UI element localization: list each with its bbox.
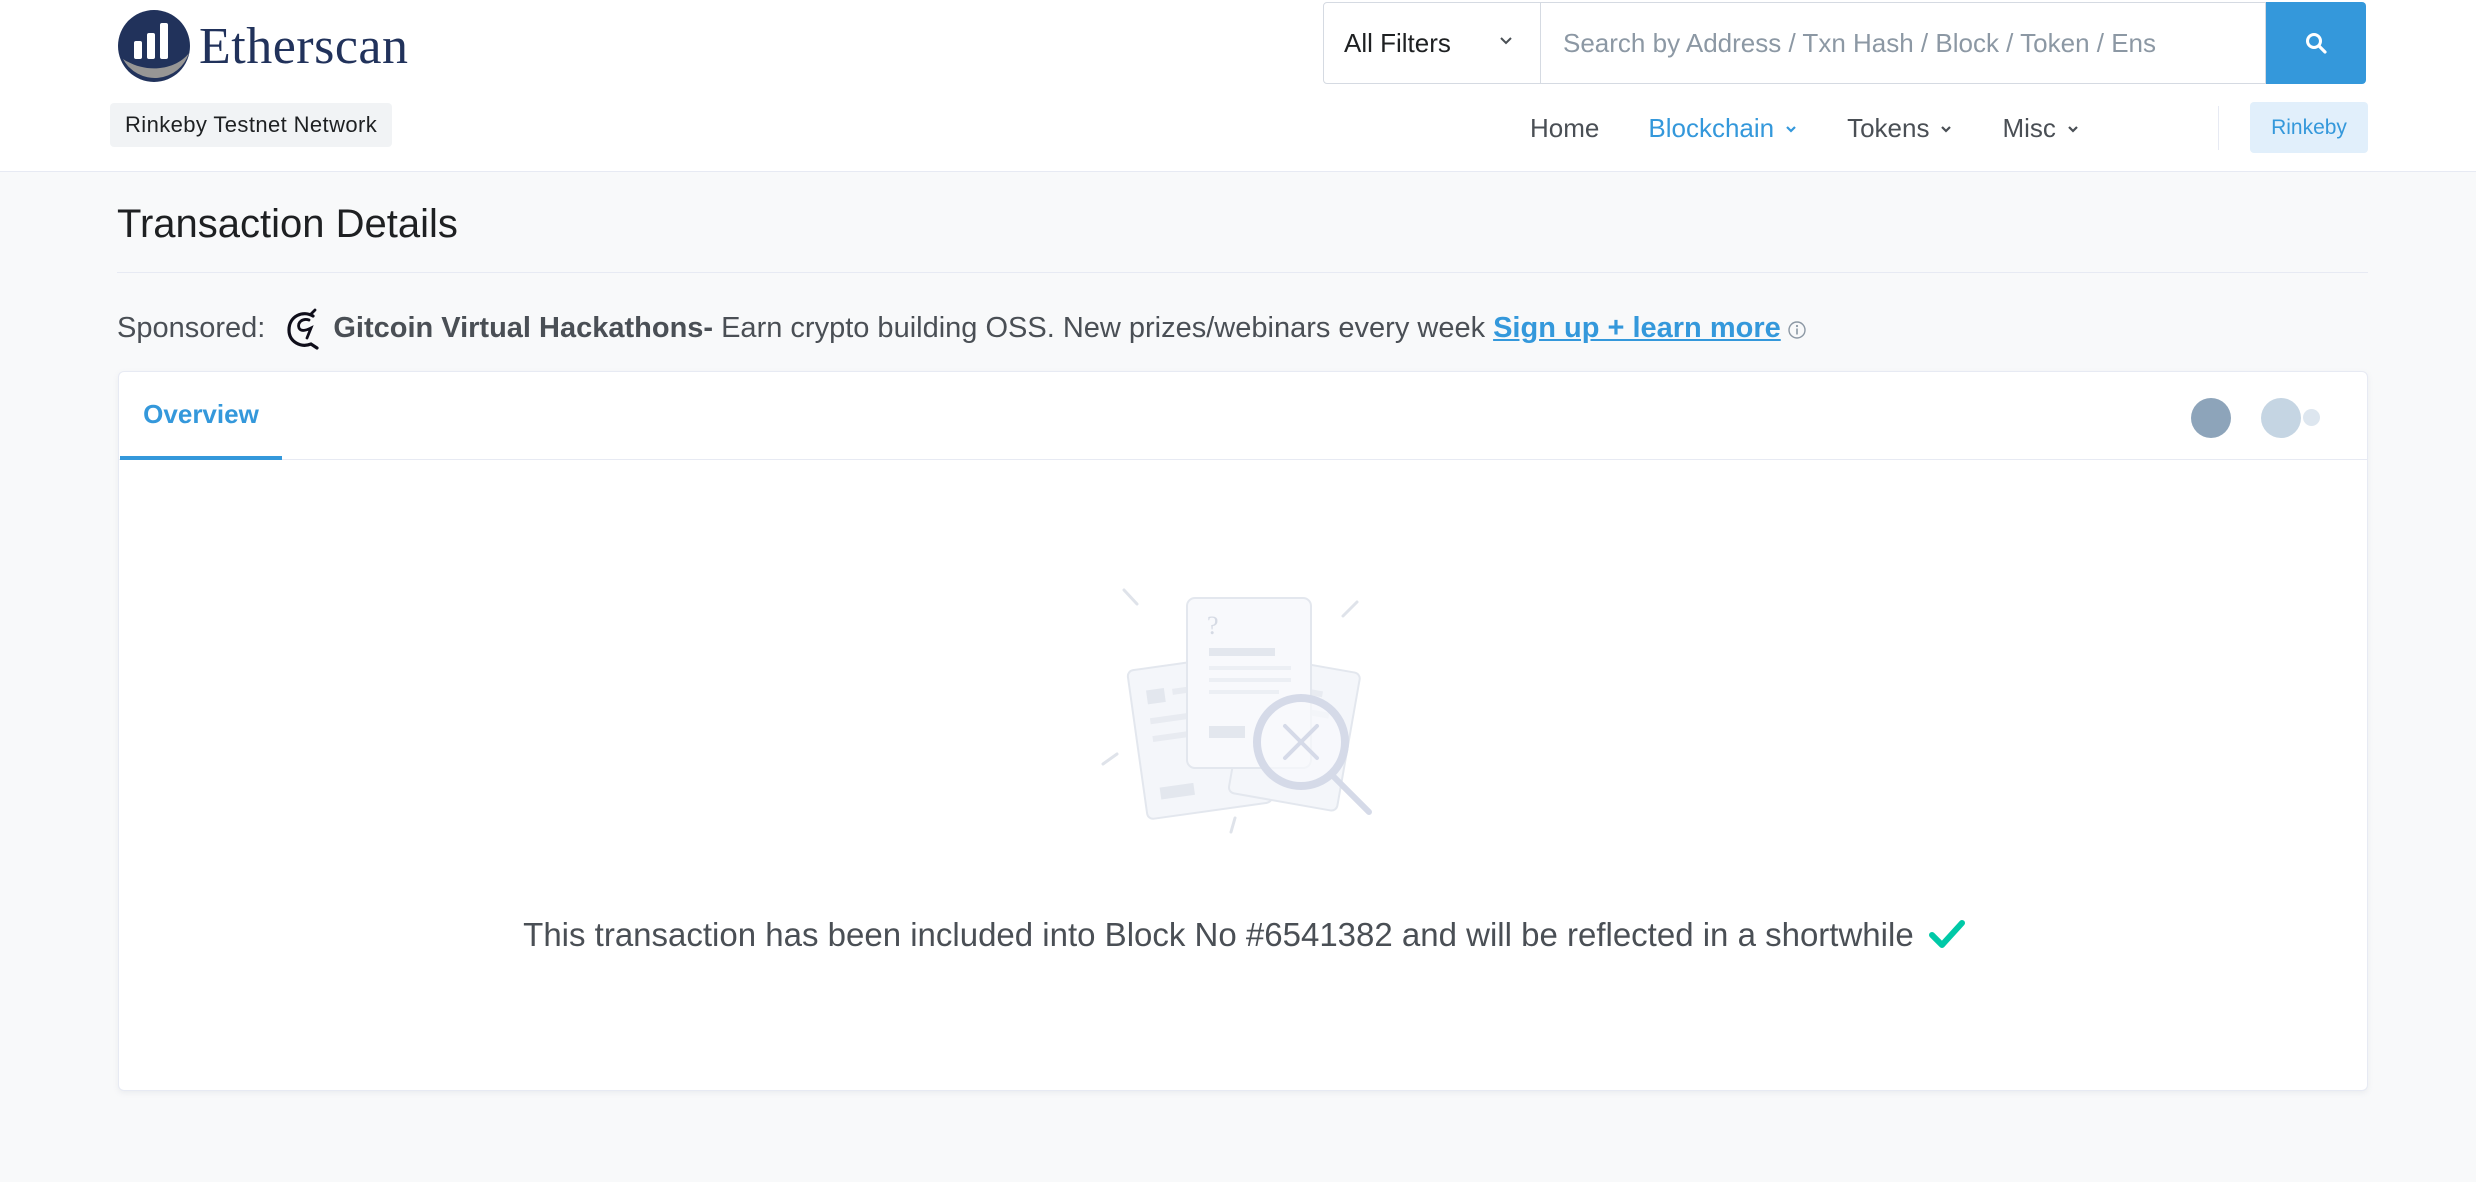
loading-dot	[2261, 398, 2301, 438]
network-switch-button[interactable]: Rinkeby	[2250, 102, 2368, 153]
search-icon	[2306, 33, 2327, 54]
loading-dot	[2303, 409, 2320, 426]
svg-text:?: ?	[1207, 611, 1219, 640]
title-divider	[117, 272, 2368, 273]
nav-blockchain-label: Blockchain	[1648, 112, 1775, 143]
search-input[interactable]	[1541, 2, 2266, 84]
site-header: Etherscan Rinkeby Testnet Network All Fi…	[0, 0, 2476, 172]
info-icon[interactable]	[1787, 320, 1807, 340]
search-bar: All Filters	[1323, 2, 2476, 85]
sponsor-label: Sponsored:	[117, 311, 266, 344]
loading-dot	[2191, 398, 2231, 438]
status-message-row: This transaction has been included into …	[119, 916, 2369, 954]
chevron-down-icon	[1941, 126, 1952, 133]
chevron-down-icon	[1786, 126, 1796, 133]
nav-blockchain[interactable]: Blockchain	[1648, 113, 1798, 144]
filter-select-label: All Filters	[1344, 27, 1451, 58]
nav-home-label: Home	[1530, 112, 1600, 143]
etherscan-logo-icon	[118, 10, 190, 82]
network-badge: Rinkeby Testnet Network	[110, 103, 393, 147]
transaction-card: Overview ? This transaction has been inc…	[118, 371, 2368, 1091]
sponsored-banner: Sponsored: Gitcoin Virtual Hackathons- E…	[117, 306, 1807, 350]
main-nav: Home Blockchain Tokens Misc	[1530, 104, 2129, 152]
nav-misc[interactable]: Misc	[2002, 113, 2079, 144]
card-tabs: Overview	[119, 372, 2367, 460]
logo-text: Etherscan	[199, 17, 409, 75]
nav-home[interactable]: Home	[1530, 113, 1599, 144]
search-button[interactable]	[2266, 2, 2366, 84]
gitcoin-icon	[287, 308, 319, 350]
chevron-down-icon	[2068, 126, 2078, 133]
filter-select[interactable]: All Filters	[1323, 2, 1541, 84]
etherscan-logo[interactable]: Etherscan	[117, 9, 409, 83]
status-message: This transaction has been included into …	[523, 916, 1914, 953]
sponsor-link[interactable]: Sign up + learn more	[1493, 312, 1781, 345]
nav-divider	[2218, 106, 2219, 150]
chevron-down-icon	[1500, 37, 1512, 45]
nav-misc-label: Misc	[2002, 112, 2056, 143]
nav-tokens-label: Tokens	[1847, 112, 1930, 143]
sponsor-text: Earn crypto building OSS. New prizes/web…	[721, 311, 1486, 344]
page-title: Transaction Details	[117, 202, 458, 246]
nav-tokens[interactable]: Tokens	[1847, 113, 1953, 144]
empty-search-illustration: ?	[1101, 588, 1372, 834]
sponsor-name: Gitcoin Virtual Hackathons-	[333, 311, 714, 344]
check-icon	[1928, 920, 1965, 949]
tab-overview[interactable]: Overview	[120, 372, 282, 460]
